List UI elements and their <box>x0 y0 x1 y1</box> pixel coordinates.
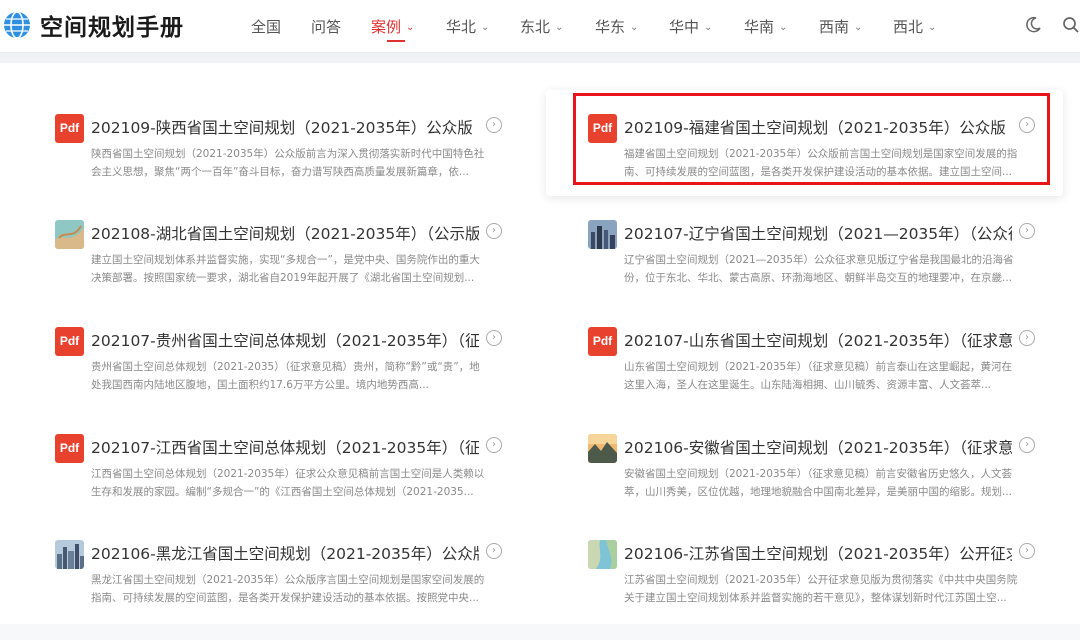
case-title[interactable]: 202108-湖北省国土空间规划（2021-2035年）（公示版） <box>91 222 479 244</box>
nav-item-south-china[interactable]: 华南 ⌄ <box>744 16 787 37</box>
chevron-down-icon: ⌄ <box>928 22 937 33</box>
case-description: 安徽省国土空间规划（2021-2035年）（征求意见稿）前言安徽省历史悠久，人文… <box>624 468 1013 498</box>
case-description: 江西省国土空间总体规划（2021-2035年）征求公众意见稿前言国土空间是人类赖… <box>91 468 485 498</box>
chevron-down-icon: ⌄ <box>481 22 490 33</box>
case-title[interactable]: 202106-安徽省国土空间规划（2021-2035年）（征求意见 <box>624 436 1012 458</box>
nav-label: 华北 <box>446 18 477 36</box>
pdf-icon: Pdf <box>55 327 84 356</box>
case-card[interactable]: 202106-黑龙江省国土空间规划（2021-2035年）公众版 › 黑龙江省国… <box>55 540 565 640</box>
nav-item-cases[interactable]: 案例 ⌄ <box>371 16 414 37</box>
nav-label: 全国 <box>251 18 282 36</box>
nav-label: 华中 <box>669 18 700 36</box>
case-description: 江苏省国土空间规划（2021-2035年）公开征求意见版为贯彻落实《中共中央国务… <box>624 574 1018 604</box>
case-title[interactable]: 202107-辽宁省国土空间规划（2021—2035年）（公众征求 <box>624 222 1012 244</box>
nav-label: 西南 <box>819 18 850 36</box>
case-card[interactable]: Pdf 202107-山东省国土空间规划（2021-2035年）（征求意见 › … <box>588 327 1080 427</box>
top-navigation-bar: 空间规划手册 全国 问答 案例 ⌄ 华北 ⌄ 东北 ⌄ 华东 ⌄ 华中 ⌄ 华南 ⌄ 西南 ⌄… <box>0 0 1080 53</box>
arrow-right-icon[interactable]: › <box>486 437 502 453</box>
chevron-down-icon: ⌄ <box>704 22 713 33</box>
case-description: 福建省国土空间规划（2021-2035年）公众版前言国土空间规划是国家空间发展的… <box>624 148 1018 178</box>
case-description: 辽宁省国土空间规划（2021—2035年）公众征求意见版辽宁省是我国最北的沿海省… <box>624 254 1014 284</box>
arrow-right-icon[interactable]: › <box>1019 117 1035 133</box>
nav-label: 东北 <box>520 18 551 36</box>
arrow-right-icon[interactable]: › <box>1019 543 1035 559</box>
nav-item-northwest[interactable]: 西北 ⌄ <box>893 16 936 37</box>
nav-label: 华东 <box>595 18 626 36</box>
pdf-icon: Pdf <box>55 114 84 143</box>
coast-thumbnail-image <box>588 540 617 569</box>
case-title[interactable]: 202107-贵州省国土空间总体规划（2021-2035年）（征求 <box>91 329 479 351</box>
case-card[interactable]: Pdf 202107-贵州省国土空间总体规划（2021-2035年）（征求 › … <box>55 327 565 427</box>
arrow-right-icon[interactable]: › <box>486 117 502 133</box>
arrow-right-icon[interactable]: › <box>1019 330 1035 346</box>
nav-item-qa[interactable]: 问答 <box>311 16 341 37</box>
header-divider-band <box>0 53 1080 63</box>
case-description: 山东省国土空间规划（2021-2035年）（征求意见稿）前言泰山在这里崛起，黄河… <box>624 361 1012 391</box>
arrow-right-icon[interactable]: › <box>486 543 502 559</box>
case-card[interactable]: 202108-湖北省国土空间规划（2021-2035年）（公示版） › 建立国土… <box>55 220 565 320</box>
case-description: 贵州省国土空间总体规划（2021-2035）（征求意见稿）贵州，简称“黔”或“贵… <box>91 361 480 391</box>
nav-item-central-china[interactable]: 华中 ⌄ <box>669 16 712 37</box>
nav-label: 案例 <box>371 18 402 36</box>
nav-item-east-china[interactable]: 华东 ⌄ <box>595 16 638 37</box>
case-card[interactable]: Pdf 202109-陕西省国土空间规划（2021-2035年）公众版 › 陕西… <box>55 114 565 214</box>
case-description: 陕西省国土空间规划（2021-2035年）公众版前言为深入贯彻落实新时代中国特色… <box>91 148 485 178</box>
nav-item-national[interactable]: 全国 <box>251 16 281 37</box>
chevron-down-icon: ⌄ <box>779 22 788 33</box>
river-thumbnail-image <box>55 220 84 249</box>
pdf-icon: Pdf <box>55 434 84 463</box>
pdf-icon: Pdf <box>588 114 617 143</box>
case-title[interactable]: 202107-江西省国土空间总体规划（2021-2035年）（征求 <box>91 436 479 458</box>
arrow-right-icon[interactable]: › <box>486 330 502 346</box>
nav-label: 华南 <box>744 18 775 36</box>
case-title[interactable]: 202107-山东省国土空间规划（2021-2035年）（征求意见 <box>624 329 1012 351</box>
skyline-thumbnail-image <box>55 540 84 569</box>
search-icon[interactable] <box>1062 16 1080 34</box>
case-card[interactable]: 202106-安徽省国土空间规划（2021-2035年）（征求意见 › 安徽省国… <box>588 434 1080 534</box>
globe-logo-icon[interactable] <box>2 10 32 40</box>
chevron-down-icon: ⌄ <box>854 22 863 33</box>
active-tab-indicator <box>387 40 405 42</box>
city-thumbnail-image <box>588 220 617 249</box>
case-description: 黑龙江省国土空间规划（2021-2035年）公众版序言国土空间规划是国家空间发展… <box>91 574 485 604</box>
chevron-down-icon: ⌄ <box>406 22 415 33</box>
nav-label: 西北 <box>893 18 924 36</box>
pdf-icon: Pdf <box>588 327 617 356</box>
nav-item-northeast[interactable]: 东北 ⌄ <box>520 16 563 37</box>
chevron-down-icon: ⌄ <box>555 22 564 33</box>
case-title[interactable]: 202106-黑龙江省国土空间规划（2021-2035年）公众版 <box>91 542 479 564</box>
case-card[interactable]: Pdf 202107-江西省国土空间总体规划（2021-2035年）（征求 › … <box>55 434 565 534</box>
moon-icon[interactable] <box>1024 16 1042 34</box>
chevron-down-icon: ⌄ <box>630 22 639 33</box>
case-description: 建立国土空间规划体系并监督实施，实现“多规合一”，是党中央、国务院作出的重大决策… <box>91 254 480 284</box>
case-title[interactable]: 202109-陕西省国土空间规划（2021-2035年）公众版 <box>91 116 479 138</box>
arrow-right-icon[interactable]: › <box>1019 223 1035 239</box>
arrow-right-icon[interactable]: › <box>1019 437 1035 453</box>
site-title[interactable]: 空间规划手册 <box>40 8 184 42</box>
nav-label: 问答 <box>311 18 342 36</box>
nav-item-southwest[interactable]: 西南 ⌄ <box>819 16 862 37</box>
case-card[interactable]: Pdf 202109-福建省国土空间规划（2021-2035年）公众版 › 福建… <box>588 114 1080 214</box>
case-title[interactable]: 202106-江苏省国土空间规划（2021-2035年）公开征求意 <box>624 542 1012 564</box>
case-title[interactable]: 202109-福建省国土空间规划（2021-2035年）公众版 <box>624 116 1012 138</box>
nav-item-north-china[interactable]: 华北 ⌄ <box>446 16 489 37</box>
case-card[interactable]: 202106-江苏省国土空间规划（2021-2035年）公开征求意 › 江苏省国… <box>588 540 1080 640</box>
case-card[interactable]: 202107-辽宁省国土空间规划（2021—2035年）（公众征求 › 辽宁省国… <box>588 220 1080 320</box>
mountain-thumbnail-image <box>588 434 617 463</box>
arrow-right-icon[interactable]: › <box>486 223 502 239</box>
